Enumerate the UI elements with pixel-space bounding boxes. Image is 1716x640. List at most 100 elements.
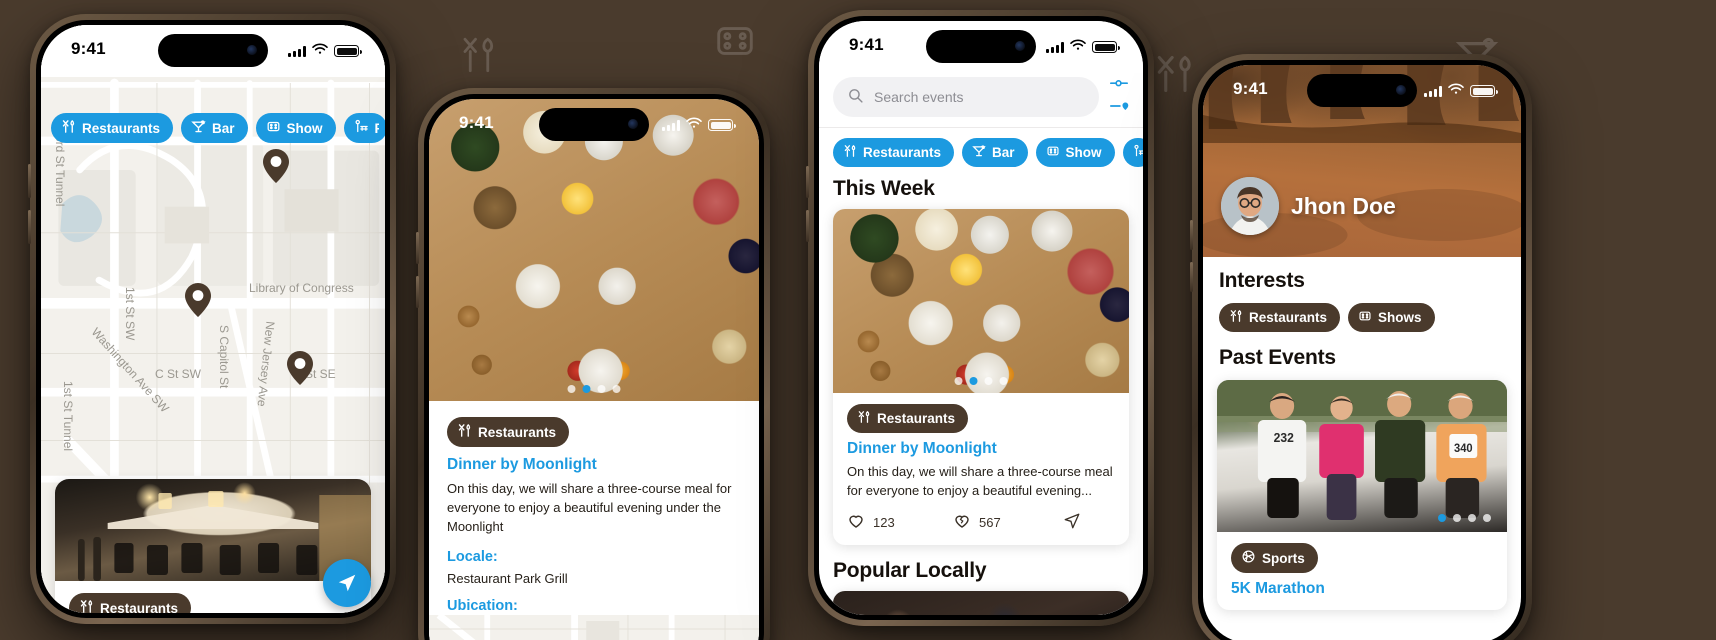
status-indicators: [288, 42, 362, 60]
charcuterie-board-photo[interactable]: [833, 209, 1129, 393]
search-icon: [847, 87, 864, 107]
chip-park[interactable]: [1122, 138, 1143, 167]
ticket-icon: [1358, 309, 1372, 326]
interests-chip-row[interactable]: Restaurants Shows: [1219, 303, 1505, 332]
status-indicators: [1046, 38, 1120, 56]
volume-down-button[interactable]: [416, 276, 419, 308]
heart-icon[interactable]: [847, 512, 865, 533]
volume-up-button[interactable]: [28, 164, 31, 198]
cutlery-icon: [61, 119, 76, 137]
dislike-stat[interactable]: 567: [953, 512, 1063, 533]
carousel-dot[interactable]: [984, 377, 993, 385]
map-label: 1st St SW: [123, 287, 137, 341]
dynamic-island: [926, 30, 1036, 63]
section-title-interests: Interests: [1219, 269, 1305, 292]
chip-show[interactable]: Show: [255, 113, 336, 143]
carousel-dot-active[interactable]: [1438, 514, 1446, 522]
chip-restaurants[interactable]: Restaurants: [51, 113, 174, 143]
interest-chip-shows[interactable]: Shows: [1348, 303, 1435, 332]
map-pin-icon[interactable]: [287, 351, 313, 385]
cellular-bars-icon: [662, 119, 680, 131]
chip-label: Shows: [1378, 310, 1422, 325]
volume-down-button[interactable]: [806, 210, 809, 242]
past-event-card[interactable]: 232 340 Sports 5K Marathon: [1217, 380, 1507, 610]
chip-park[interactable]: Park: [343, 113, 385, 143]
carousel-dot[interactable]: [1453, 514, 1461, 522]
map-pin-icon[interactable]: [263, 149, 289, 183]
chip-label: Show: [1065, 145, 1102, 160]
category-filter-row[interactable]: Restaurants Bar Show: [819, 128, 1143, 167]
section-title-this-week: This Week: [833, 177, 935, 200]
phone-2-detail: 9:41 Restaurants Dinner by Moonlight On …: [416, 88, 770, 640]
profile-identity: Jhon Doe: [1221, 177, 1396, 235]
desert-trail-photo: 9:41 Jhon Doe: [1203, 65, 1521, 257]
ticket-outline-icon: [712, 18, 758, 64]
navigate-fab-button[interactable]: [323, 559, 371, 607]
chip-show[interactable]: Show: [1035, 138, 1115, 167]
card-title: Dinner by Moonlight: [847, 440, 997, 457]
locale-label: Locale:: [447, 548, 498, 565]
cocktail-icon: [972, 144, 986, 161]
carousel-dot-active[interactable]: [969, 377, 978, 385]
section-title-popular-locally: Popular Locally: [833, 558, 987, 582]
avatar[interactable]: [1221, 177, 1279, 235]
chip-label: Restaurants: [863, 145, 942, 160]
chip-label: Bar: [992, 145, 1015, 160]
featured-event-card[interactable]: Restaurants Dinner by Moonlight On this …: [833, 209, 1129, 545]
filter-sliders-icon[interactable]: [1109, 78, 1129, 96]
chip-label: Park: [375, 121, 379, 136]
carousel-dot[interactable]: [954, 377, 963, 385]
map-label: Library of Congress: [249, 281, 354, 295]
header-actions[interactable]: [1109, 78, 1129, 117]
map-screen: 3rd St Tunnel 1st St SW Library of Congr…: [41, 25, 385, 613]
chip-bar[interactable]: Bar: [962, 138, 1028, 167]
past-event-chip-sports: Sports: [1231, 543, 1318, 573]
chip-label: Bar: [212, 120, 235, 136]
chip-bar[interactable]: Bar: [181, 113, 248, 143]
carousel-dot[interactable]: [567, 385, 576, 393]
ticket-icon: [1046, 144, 1060, 161]
volume-up-button[interactable]: [416, 232, 419, 264]
like-stat[interactable]: 123: [847, 512, 953, 533]
status-indicators: [1424, 82, 1498, 100]
detail-title: Dinner by Moonlight: [447, 456, 597, 473]
send-icon[interactable]: [1063, 512, 1081, 533]
popular-event-card[interactable]: [833, 590, 1129, 615]
map-pin-icon[interactable]: [1109, 99, 1129, 117]
carousel-dots[interactable]: [567, 385, 621, 393]
ticket-icon: [266, 119, 281, 137]
carousel-dots[interactable]: [954, 377, 1008, 385]
share-stat[interactable]: [1063, 512, 1081, 533]
volume-up-button[interactable]: [806, 166, 809, 198]
volume-up-button[interactable]: [1190, 220, 1193, 250]
carousel-dots[interactable]: [1438, 514, 1491, 522]
chip-label: Restaurants: [82, 120, 161, 136]
carousel-dot[interactable]: [1483, 514, 1491, 522]
phone-3-feed: 9:41 Search events Restaurants Bar Show …: [806, 10, 1154, 626]
card-chip-restaurants: Restaurants: [847, 404, 969, 433]
volume-down-button[interactable]: [1190, 262, 1193, 292]
search-input[interactable]: Search events: [833, 77, 1099, 117]
category-filter-row[interactable]: Restaurants Bar Show: [51, 113, 385, 143]
chip-restaurants[interactable]: Restaurants: [833, 138, 955, 167]
wifi-icon: [1070, 38, 1086, 56]
map-event-card[interactable]: Restaurants Dinner by Moonlight: [55, 479, 371, 613]
charcuterie-board-photo[interactable]: 9:41: [429, 99, 759, 401]
carousel-dot[interactable]: [999, 377, 1008, 385]
carousel-dot-active[interactable]: [582, 385, 591, 393]
dislike-count: 567: [979, 514, 1001, 530]
carousel-dot[interactable]: [612, 385, 621, 393]
search-placeholder: Search events: [874, 89, 964, 105]
volume-down-button[interactable]: [28, 210, 31, 244]
carousel-dot[interactable]: [597, 385, 606, 393]
battery-full-icon: [1470, 85, 1498, 97]
location-map-preview[interactable]: [429, 615, 759, 640]
interest-chip-restaurants[interactable]: Restaurants: [1219, 303, 1341, 332]
section-title-past-events: Past Events: [1219, 346, 1336, 369]
broken-heart-icon[interactable]: [953, 512, 971, 533]
cutlery-icon: [857, 410, 871, 427]
runners-race-photo[interactable]: 232 340: [1217, 380, 1507, 532]
map-pin-icon[interactable]: [185, 283, 211, 317]
status-bar: 9:41: [819, 21, 1143, 73]
carousel-dot[interactable]: [1468, 514, 1476, 522]
